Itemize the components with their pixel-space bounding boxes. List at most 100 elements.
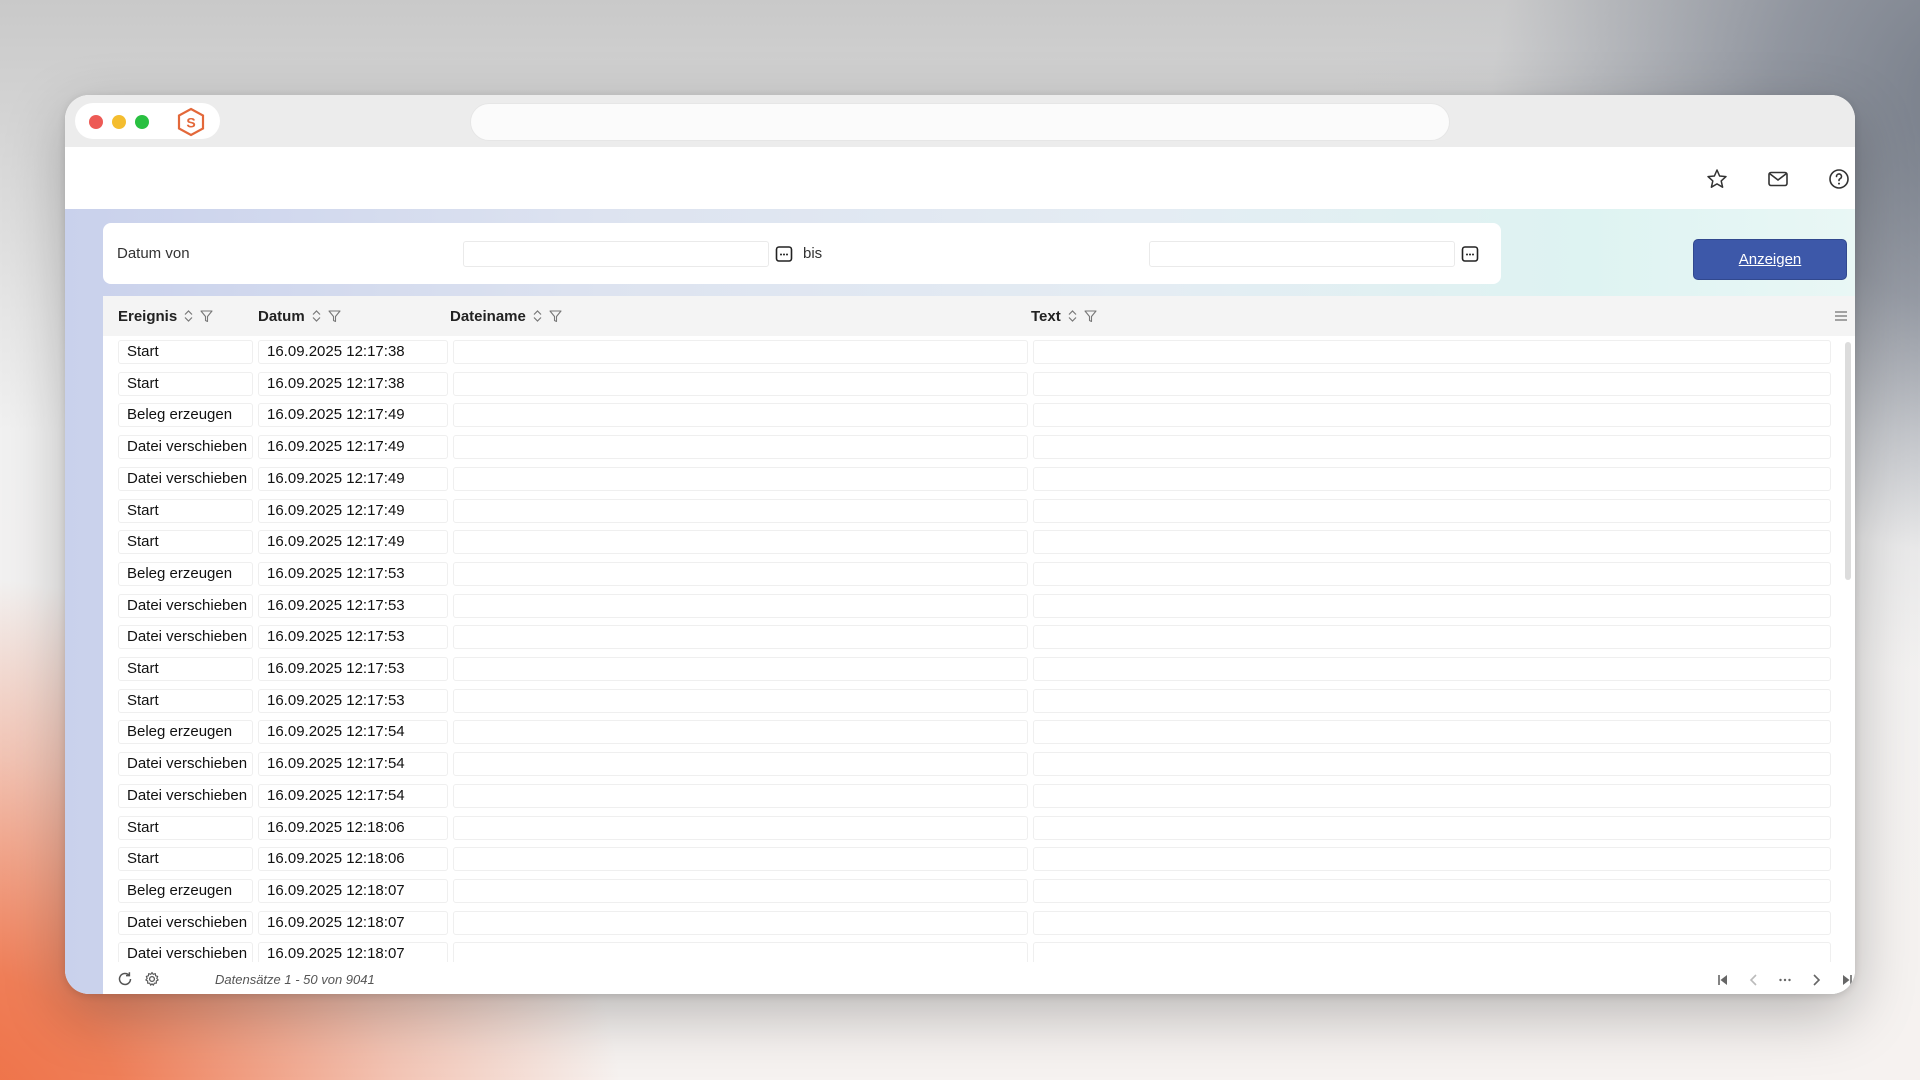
- column-header-datum[interactable]: Datum: [258, 296, 341, 336]
- table-row[interactable]: Datei verschieben 16.09.2025 12:18:07: [103, 940, 1843, 962]
- last-page-icon[interactable]: [1839, 972, 1855, 988]
- table-row[interactable]: Datei verschieben 16.09.2025 12:17:53: [103, 623, 1843, 650]
- cell-dateiname: [453, 593, 1028, 618]
- sort-icon[interactable]: [310, 309, 323, 323]
- star-icon[interactable]: [1705, 167, 1729, 191]
- table-header: Ereignis Datum Dateiname Text: [103, 296, 1855, 336]
- column-title: Datum: [258, 307, 305, 325]
- date-to-input[interactable]: [1149, 241, 1455, 267]
- more-pages-icon[interactable]: [1777, 972, 1793, 988]
- table-row[interactable]: Start 16.09.2025 12:18:06: [103, 845, 1843, 872]
- cell-datum: 16.09.2025 12:18:06: [258, 847, 448, 872]
- cell-text: [1033, 815, 1831, 840]
- date-to-calendar-icon[interactable]: [1460, 244, 1480, 264]
- cell-text: [1033, 657, 1831, 681]
- column-title: Text: [1031, 307, 1061, 325]
- cell-text: [1033, 435, 1831, 460]
- column-menu-icon[interactable]: [1833, 308, 1849, 324]
- table-row[interactable]: Beleg erzeugen 16.09.2025 12:17:49: [103, 401, 1843, 428]
- table-row[interactable]: Beleg erzeugen 16.09.2025 12:18:07: [103, 877, 1843, 903]
- table-row[interactable]: Start 16.09.2025 12:18:06: [103, 814, 1843, 840]
- table-row[interactable]: Datei verschieben 16.09.2025 12:17:49: [103, 433, 1843, 460]
- cell-ereignis: Datei verschieben: [118, 625, 253, 650]
- close-window-button[interactable]: [89, 115, 103, 129]
- cell-datum: 16.09.2025 12:17:53: [258, 625, 448, 650]
- show-button[interactable]: Anzeigen: [1693, 239, 1847, 280]
- first-page-icon[interactable]: [1715, 972, 1731, 988]
- date-from-input[interactable]: [463, 241, 769, 267]
- cell-datum: 16.09.2025 12:17:53: [258, 593, 448, 618]
- cell-datum: 16.09.2025 12:17:38: [258, 371, 448, 396]
- cell-text: [1033, 847, 1831, 872]
- cell-datum: 16.09.2025 12:17:49: [258, 403, 448, 428]
- table-row[interactable]: Datei verschieben 16.09.2025 12:17:54: [103, 782, 1843, 808]
- table-row[interactable]: Start 16.09.2025 12:17:49: [103, 497, 1843, 523]
- cell-text: [1033, 752, 1831, 777]
- sort-icon[interactable]: [531, 309, 544, 323]
- next-page-icon[interactable]: [1808, 972, 1824, 988]
- cell-text: [1033, 498, 1831, 523]
- cell-ereignis: Start: [118, 815, 253, 840]
- address-bar[interactable]: [470, 103, 1450, 141]
- table-row[interactable]: Datei verschieben 16.09.2025 12:17:53: [103, 592, 1843, 618]
- cell-ereignis: Datei verschieben: [118, 593, 253, 618]
- previous-page-icon[interactable]: [1746, 972, 1762, 988]
- column-title: Dateiname: [450, 307, 526, 325]
- table-body: Start 16.09.2025 12:17:38 Start 16.09.2025 …: [103, 338, 1855, 962]
- table-row[interactable]: Beleg erzeugen 16.09.2025 12:17:53: [103, 560, 1843, 586]
- cell-dateiname: [453, 657, 1028, 681]
- column-title: Ereignis: [118, 307, 178, 325]
- events-table: Ereignis Datum Dateiname Text Start 16.0…: [103, 296, 1855, 994]
- maximize-window-button[interactable]: [135, 115, 149, 129]
- filter-icon[interactable]: [328, 309, 341, 323]
- cell-dateiname: [453, 403, 1028, 428]
- settings-gear-icon[interactable]: [143, 970, 161, 988]
- cell-text: [1033, 878, 1831, 903]
- cell-datum: 16.09.2025 12:18:07: [258, 878, 448, 903]
- cell-datum: 16.09.2025 12:18:06: [258, 815, 448, 840]
- cell-dateiname: [453, 847, 1028, 872]
- cell-text: [1033, 561, 1831, 586]
- cell-dateiname: [453, 752, 1028, 777]
- refresh-icon[interactable]: [116, 970, 134, 988]
- column-header-text[interactable]: Text: [1031, 296, 1097, 336]
- table-row[interactable]: Datei verschieben 16.09.2025 12:17:49: [103, 465, 1843, 491]
- mail-icon[interactable]: [1766, 167, 1790, 191]
- table-row[interactable]: Start 16.09.2025 12:17:49: [103, 528, 1843, 555]
- sort-icon[interactable]: [1066, 309, 1079, 323]
- table-row[interactable]: Datei verschieben 16.09.2025 12:17:54: [103, 750, 1843, 777]
- cell-dateiname: [453, 371, 1028, 396]
- cell-ereignis: Datei verschieben: [118, 435, 253, 460]
- table-row[interactable]: Start 16.09.2025 12:17:38: [103, 370, 1843, 396]
- vertical-scrollbar[interactable]: [1845, 342, 1851, 580]
- cell-datum: 16.09.2025 12:17:49: [258, 530, 448, 555]
- filter-icon[interactable]: [200, 309, 213, 323]
- cell-datum: 16.09.2025 12:17:49: [258, 435, 448, 460]
- cell-dateiname: [453, 878, 1028, 903]
- table-footer: Datensätze 1 - 50 von 9041: [103, 962, 1855, 994]
- date-from-calendar-icon[interactable]: [774, 244, 794, 264]
- cell-ereignis: Beleg erzeugen: [118, 720, 253, 745]
- column-header-dateiname[interactable]: Dateiname: [450, 296, 562, 336]
- column-header-ereignis[interactable]: Ereignis: [118, 296, 213, 336]
- table-row[interactable]: Datei verschieben 16.09.2025 12:18:07: [103, 909, 1843, 935]
- table-row[interactable]: Start 16.09.2025 12:17:53: [103, 655, 1843, 681]
- cell-datum: 16.09.2025 12:17:38: [258, 340, 448, 364]
- app-header: [65, 147, 1855, 209]
- table-row[interactable]: Start 16.09.2025 12:17:38: [103, 338, 1843, 364]
- minimize-window-button[interactable]: [112, 115, 126, 129]
- cell-ereignis: Start: [118, 340, 253, 364]
- table-row[interactable]: Beleg erzeugen 16.09.2025 12:17:54: [103, 718, 1843, 745]
- sort-icon[interactable]: [182, 309, 195, 323]
- table-row[interactable]: Start 16.09.2025 12:17:53: [103, 687, 1843, 713]
- help-icon[interactable]: [1827, 167, 1851, 191]
- cell-ereignis: Datei verschieben: [118, 752, 253, 777]
- cell-datum: 16.09.2025 12:18:07: [258, 910, 448, 935]
- filter-icon[interactable]: [1084, 309, 1097, 323]
- cell-dateiname: [453, 720, 1028, 745]
- cell-text: [1033, 593, 1831, 618]
- title-bar: S: [65, 95, 1855, 147]
- cell-text: [1033, 720, 1831, 745]
- filter-icon[interactable]: [549, 309, 562, 323]
- main-content: Datum von bis Anzeigen Ereignis Datum Da…: [65, 209, 1855, 994]
